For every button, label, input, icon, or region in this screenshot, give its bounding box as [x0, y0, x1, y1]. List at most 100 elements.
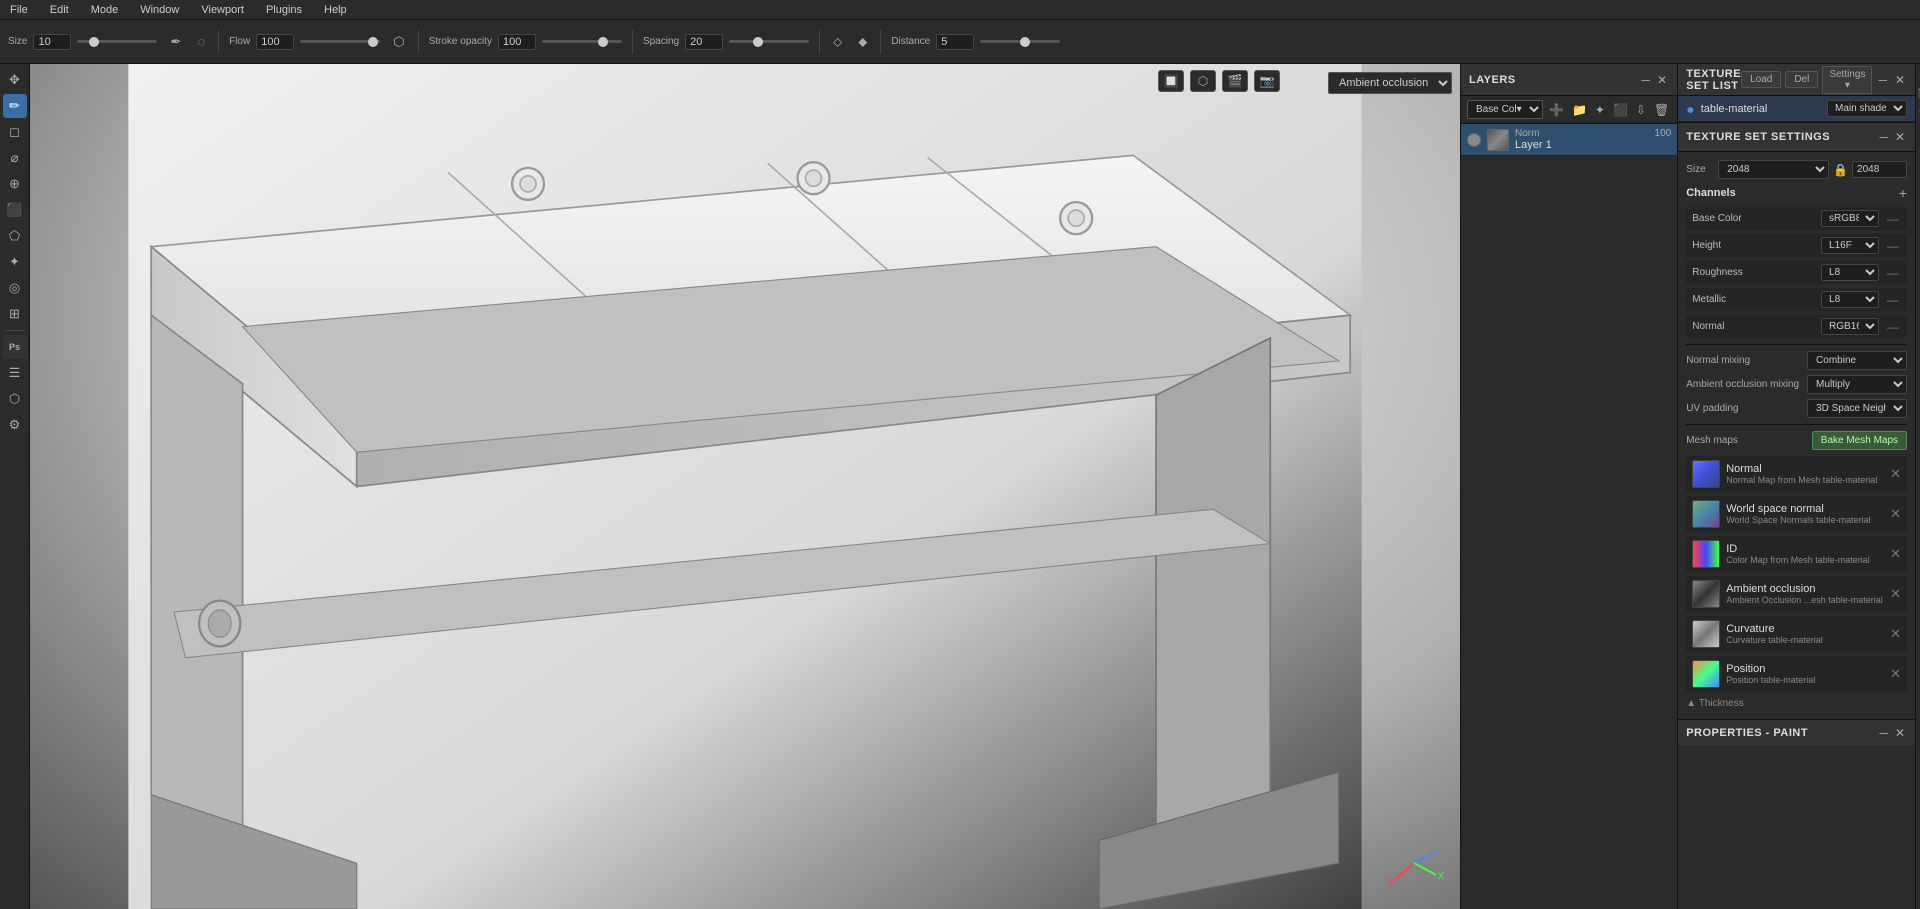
flow-icon[interactable]: ⬡ [390, 31, 407, 53]
layer-visibility-toggle[interactable] [1467, 133, 1481, 147]
menu-edit[interactable]: Edit [46, 4, 73, 16]
tool-clone[interactable]: ⊕ [3, 172, 27, 196]
tool-fill[interactable]: ⬛ [3, 198, 27, 222]
channel-height-remove[interactable]: — [1885, 239, 1901, 253]
layers-add-btn[interactable]: ➕ [1547, 101, 1566, 119]
channel-normal-remove[interactable]: — [1885, 320, 1901, 334]
tool-settings[interactable]: ⚙ [3, 413, 27, 437]
properties-close-btn[interactable]: ✕ [1893, 724, 1907, 742]
uv-padding-row: UV padding 3D Space NeighborTransparent [1686, 399, 1907, 418]
spacing-slider[interactable] [729, 40, 809, 43]
screenshot-btn[interactable]: 📷 [1254, 70, 1280, 92]
mesh-map-position-name: Position [1726, 663, 1884, 675]
distance-slider[interactable] [980, 40, 1060, 43]
tool-smudge[interactable]: ⌀ [3, 146, 27, 170]
menu-viewport[interactable]: Viewport [197, 4, 248, 16]
tss-size-input2[interactable] [1852, 161, 1907, 178]
texture-set-item[interactable]: ● table-material Main shade▾ [1678, 96, 1915, 122]
channel-height-format[interactable]: L16FL8RGB16F [1821, 237, 1879, 254]
tool-blur[interactable]: ◎ [3, 276, 27, 300]
distance-input[interactable] [936, 34, 974, 50]
lighting-btn[interactable]: 🎬 [1222, 70, 1248, 92]
render-mode-btn[interactable]: ⬡ [1190, 70, 1216, 92]
properties-minimize-btn[interactable]: ─ [1877, 724, 1890, 742]
channel-roughness-remove[interactable]: — [1885, 266, 1901, 280]
menu-file[interactable]: File [6, 4, 32, 16]
tool-color-picker[interactable]: ✦ [3, 250, 27, 274]
channels-add-btn[interactable]: + [1899, 185, 1907, 201]
tool-project[interactable]: ⊞ [3, 302, 27, 326]
viewport[interactable]: 🔲 ⬡ 🎬 📷 Ambient occlusion Base Color Rou… [30, 64, 1460, 909]
mesh-map-id-remove[interactable]: ✕ [1890, 546, 1901, 562]
channel-row-metallic: Metallic L8L16FRGB16F — [1686, 288, 1907, 311]
texture-set-load-btn[interactable]: Load [1741, 71, 1781, 88]
texture-set-del-btn[interactable]: Del [1785, 71, 1818, 88]
mesh-map-curvature-remove[interactable]: ✕ [1890, 626, 1901, 642]
size-slider[interactable] [77, 40, 157, 43]
texture-set-close-btn[interactable]: ✕ [1893, 71, 1907, 89]
layers-minimize-btn[interactable]: ─ [1640, 71, 1653, 89]
mesh-map-normal-sub: Normal Map from Mesh table-material [1726, 475, 1884, 485]
layer-info: Norm 100 Layer 1 [1515, 128, 1671, 151]
tss-close-btn[interactable]: ✕ [1893, 128, 1907, 146]
menu-window[interactable]: Window [136, 4, 183, 16]
mesh-map-normal-remove[interactable]: ✕ [1890, 466, 1901, 482]
layers-mask-btn[interactable]: ⬛ [1611, 101, 1630, 119]
layers-folder-btn[interactable]: 📁 [1570, 101, 1589, 119]
layer-item[interactable]: Norm 100 Layer 1 [1461, 124, 1677, 156]
tool-polygon-fill[interactable]: ⬠ [3, 224, 27, 248]
stroke-opacity-slider[interactable] [542, 40, 622, 43]
normal-mixing-select[interactable]: CombineMultiplyReplace [1807, 351, 1907, 370]
channel-metallic-format[interactable]: L8L16FRGB16F [1821, 291, 1879, 308]
mesh-map-wsn-remove[interactable]: ✕ [1890, 506, 1901, 522]
layers-channel-select[interactable]: Base Col▾ [1467, 100, 1543, 119]
display-mode-select[interactable]: Ambient occlusion Base Color Roughness H… [1328, 72, 1452, 94]
menu-help[interactable]: Help [320, 4, 351, 16]
ao-mixing-select[interactable]: MultiplyAddReplace [1807, 375, 1907, 394]
mesh-map-ao-remove[interactable]: ✕ [1890, 586, 1901, 602]
layers-close-btn[interactable]: ✕ [1655, 71, 1669, 89]
bake-mesh-maps-btn[interactable]: Bake Mesh Maps [1812, 431, 1907, 450]
tool-layers[interactable]: ☰ [3, 361, 27, 385]
camera-icon-btn[interactable]: 🔲 [1158, 70, 1184, 92]
tool-erase[interactable]: ◻ [3, 120, 27, 144]
tool-ps[interactable]: Ps [3, 335, 27, 359]
brush-shape-icon[interactable]: ✒ [167, 31, 184, 53]
tool-paint[interactable]: ✏ [3, 94, 27, 118]
tool-transform[interactable]: ✥ [3, 68, 27, 92]
tss-size-select[interactable]: 204810244096 [1718, 160, 1829, 179]
menu-mode[interactable]: Mode [87, 4, 123, 16]
texture-set-minimize-btn[interactable]: ─ [1876, 71, 1889, 89]
mesh-map-thickness-partial: ▲ Thickness [1686, 696, 1907, 711]
mesh-map-position-thumb [1692, 660, 1720, 688]
channel-basecolor-remove[interactable]: — [1885, 212, 1901, 226]
texture-set-header: TEXTURE SET LIST Load Del Settings ▾ ─ ✕ [1678, 64, 1915, 96]
brush-soft-icon[interactable]: ◌ [194, 31, 208, 52]
menu-plugins[interactable]: Plugins [262, 4, 306, 16]
spacing-input[interactable] [685, 34, 723, 50]
uv-padding-select[interactable]: 3D Space NeighborTransparent [1807, 399, 1907, 418]
layers-merge-btn[interactable]: ⇩ [1634, 101, 1648, 119]
extra-icon-3[interactable]: ◎ [1916, 104, 1920, 118]
texture-set-settings-btn[interactable]: Settings ▾ [1822, 66, 1872, 94]
extra-icon-4[interactable]: ⊕ [1916, 122, 1920, 136]
texture-set-shader-select[interactable]: Main shade▾ [1827, 100, 1907, 117]
channel-basecolor-format[interactable]: sRGB8L8RGB16F [1821, 210, 1879, 227]
channel-roughness-format[interactable]: L8L16FRGB16F [1821, 264, 1879, 281]
tss-minimize-btn[interactable]: ─ [1877, 128, 1890, 146]
symmetry-icon[interactable]: ⬦ [830, 31, 845, 53]
stroke-opacity-input[interactable] [498, 34, 536, 50]
tool-geo[interactable]: ⬡ [3, 387, 27, 411]
extra-icon-2[interactable]: ⬛ [1916, 86, 1920, 100]
channel-normal-format[interactable]: RGB16FL8sRGB8 [1821, 318, 1879, 335]
size-input[interactable] [33, 34, 71, 50]
flow-input[interactable] [256, 34, 294, 50]
extra-icon-1[interactable]: ◈ [1916, 68, 1920, 82]
mesh-map-position-remove[interactable]: ✕ [1890, 666, 1901, 682]
symmetry2-icon[interactable]: ⬥ [855, 31, 870, 53]
flow-slider[interactable] [300, 40, 380, 43]
channel-metallic-remove[interactable]: — [1885, 293, 1901, 307]
layers-delete-btn[interactable]: 🗑 [1652, 101, 1671, 119]
left-tool-panel: ✥ ✏ ◻ ⌀ ⊕ ⬛ ⬠ ✦ ◎ ⊞ Ps ☰ ⬡ ⚙ [0, 64, 30, 909]
layers-effects-btn[interactable]: ✦ [1593, 101, 1607, 119]
